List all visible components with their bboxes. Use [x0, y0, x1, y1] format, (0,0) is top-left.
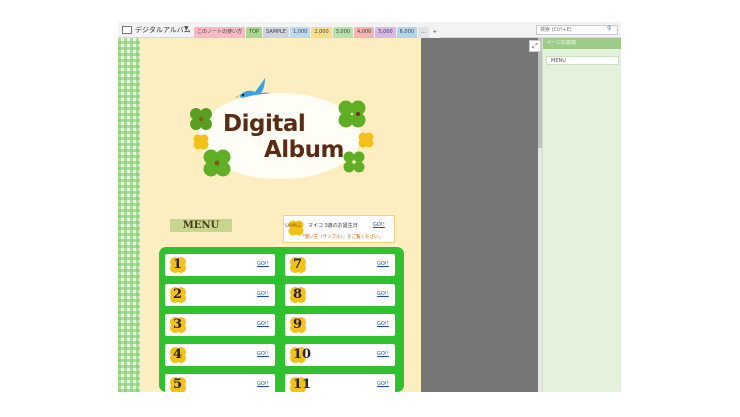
- menu-item-go-link[interactable]: GO!!: [257, 381, 269, 387]
- menu-item[interactable]: 7 GO!!: [285, 254, 395, 276]
- tab-0[interactable]: このノートの使い方: [194, 27, 246, 38]
- menu-item-go-link[interactable]: GO!!: [377, 351, 389, 357]
- menu-item-go-link[interactable]: GO!!: [257, 321, 269, 327]
- sample-go-link[interactable]: GO!!: [373, 222, 385, 228]
- menu-item-go-link[interactable]: GO!!: [257, 261, 269, 267]
- menu-item-number: 7: [293, 257, 303, 272]
- clover-left-icon: [190, 108, 212, 130]
- menu-item-number: 3: [173, 317, 183, 332]
- menu-item-number: 10: [293, 347, 312, 362]
- tab-5[interactable]: 3,000: [332, 27, 353, 38]
- menu-item-number: 11: [293, 377, 312, 392]
- menu-item[interactable]: 9 GO!!: [285, 314, 395, 336]
- tab-8[interactable]: 6,000: [396, 27, 417, 38]
- tab-9[interactable]: ...: [417, 27, 429, 38]
- page-canvas[interactable]: Digital Album MENU SAMPLE マイコ 3歳のお誕生日 GO…: [140, 38, 421, 392]
- clover-right-icon: [338, 100, 366, 128]
- search-icon[interactable]: ⚲: [607, 25, 611, 32]
- menu-grid: 1 GO!! 7 GO!! 2 GO!! 8 GO!! 3 GO!! 9 GO!! 4 GO!! 10 GO!…: [159, 247, 404, 392]
- menu-item[interactable]: 5 GO!!: [165, 374, 275, 392]
- page-list-panel: ⤢ ページの追加 MENU: [529, 38, 621, 392]
- menu-item-number: 1: [173, 257, 183, 272]
- sample-note: 「使い方（サンプル）」をご覧ください。: [300, 235, 384, 240]
- menu-item-go-link[interactable]: GO!!: [377, 261, 389, 267]
- menu-item-number: 2: [173, 287, 183, 302]
- menu-item-number: 4: [173, 347, 183, 362]
- menu-item-go-link[interactable]: GO!!: [377, 321, 389, 327]
- menu-item-go-link[interactable]: GO!!: [377, 381, 389, 387]
- flower-right-icon: [358, 132, 374, 148]
- sample-title: マイコ 3歳のお誕生日: [308, 223, 358, 229]
- page-title-line1: Digital: [223, 111, 306, 137]
- gingham-border: [118, 38, 140, 392]
- menu-item[interactable]: 8 GO!!: [285, 284, 395, 306]
- search-input[interactable]: [536, 25, 618, 35]
- canvas-background: [421, 38, 538, 392]
- menu-item[interactable]: 11 GO!!: [285, 374, 395, 392]
- tab-6[interactable]: 4,000: [353, 27, 375, 38]
- menu-item[interactable]: 4 GO!!: [165, 344, 275, 366]
- onenote-window: デジタルアルバム ▼ このノートの使い方 TOP SAMPLE 1,000 2,000 3…: [118, 22, 621, 392]
- expand-icon[interactable]: ⤢: [529, 40, 541, 52]
- menu-heading: MENU: [170, 219, 232, 232]
- tab-1[interactable]: TOP: [246, 27, 263, 38]
- tab-10[interactable]: +: [429, 27, 440, 38]
- page-title-line2: Album: [264, 137, 345, 163]
- menu-item-number: 8: [293, 287, 303, 302]
- tab-4[interactable]: 2,000: [311, 27, 332, 38]
- menu-item[interactable]: 3 GO!!: [165, 314, 275, 336]
- tab-7[interactable]: 5,000: [375, 27, 396, 38]
- add-page-button[interactable]: ページの追加: [543, 38, 621, 49]
- sample-label: SAMPLE: [285, 223, 301, 228]
- menu-item-go-link[interactable]: GO!!: [377, 291, 389, 297]
- clover-bottom-left-icon: [203, 149, 231, 177]
- sample-box: SAMPLE マイコ 3歳のお誕生日 GO!! 「使い方（サンプル）」をご覧くだ…: [283, 215, 395, 243]
- menu-item-number: 5: [173, 377, 183, 392]
- menu-item-go-link[interactable]: GO!!: [257, 291, 269, 297]
- chevron-down-icon[interactable]: ▼: [184, 25, 189, 32]
- menu-item-go-link[interactable]: GO!!: [257, 351, 269, 357]
- menu-item[interactable]: 10 GO!!: [285, 344, 395, 366]
- menu-item[interactable]: 2 GO!!: [165, 284, 275, 306]
- menu-item-number: 9: [293, 317, 303, 332]
- clover-bottom-right-icon: [343, 151, 365, 173]
- section-tabs: このノートの使い方 TOP SAMPLE 1,000 2,000 3,000 4,000 5,…: [194, 27, 440, 38]
- menu-item[interactable]: 1 GO!!: [165, 254, 275, 276]
- notebook-icon[interactable]: [122, 26, 132, 34]
- page-list-item-menu[interactable]: MENU: [546, 56, 619, 65]
- tab-3[interactable]: 1,000: [290, 27, 311, 38]
- title-bar: デジタルアルバム ▼ このノートの使い方 TOP SAMPLE 1,000 2,000 3…: [118, 22, 621, 38]
- notebook-title[interactable]: デジタルアルバム: [135, 25, 191, 35]
- tab-2[interactable]: SAMPLE: [263, 27, 289, 38]
